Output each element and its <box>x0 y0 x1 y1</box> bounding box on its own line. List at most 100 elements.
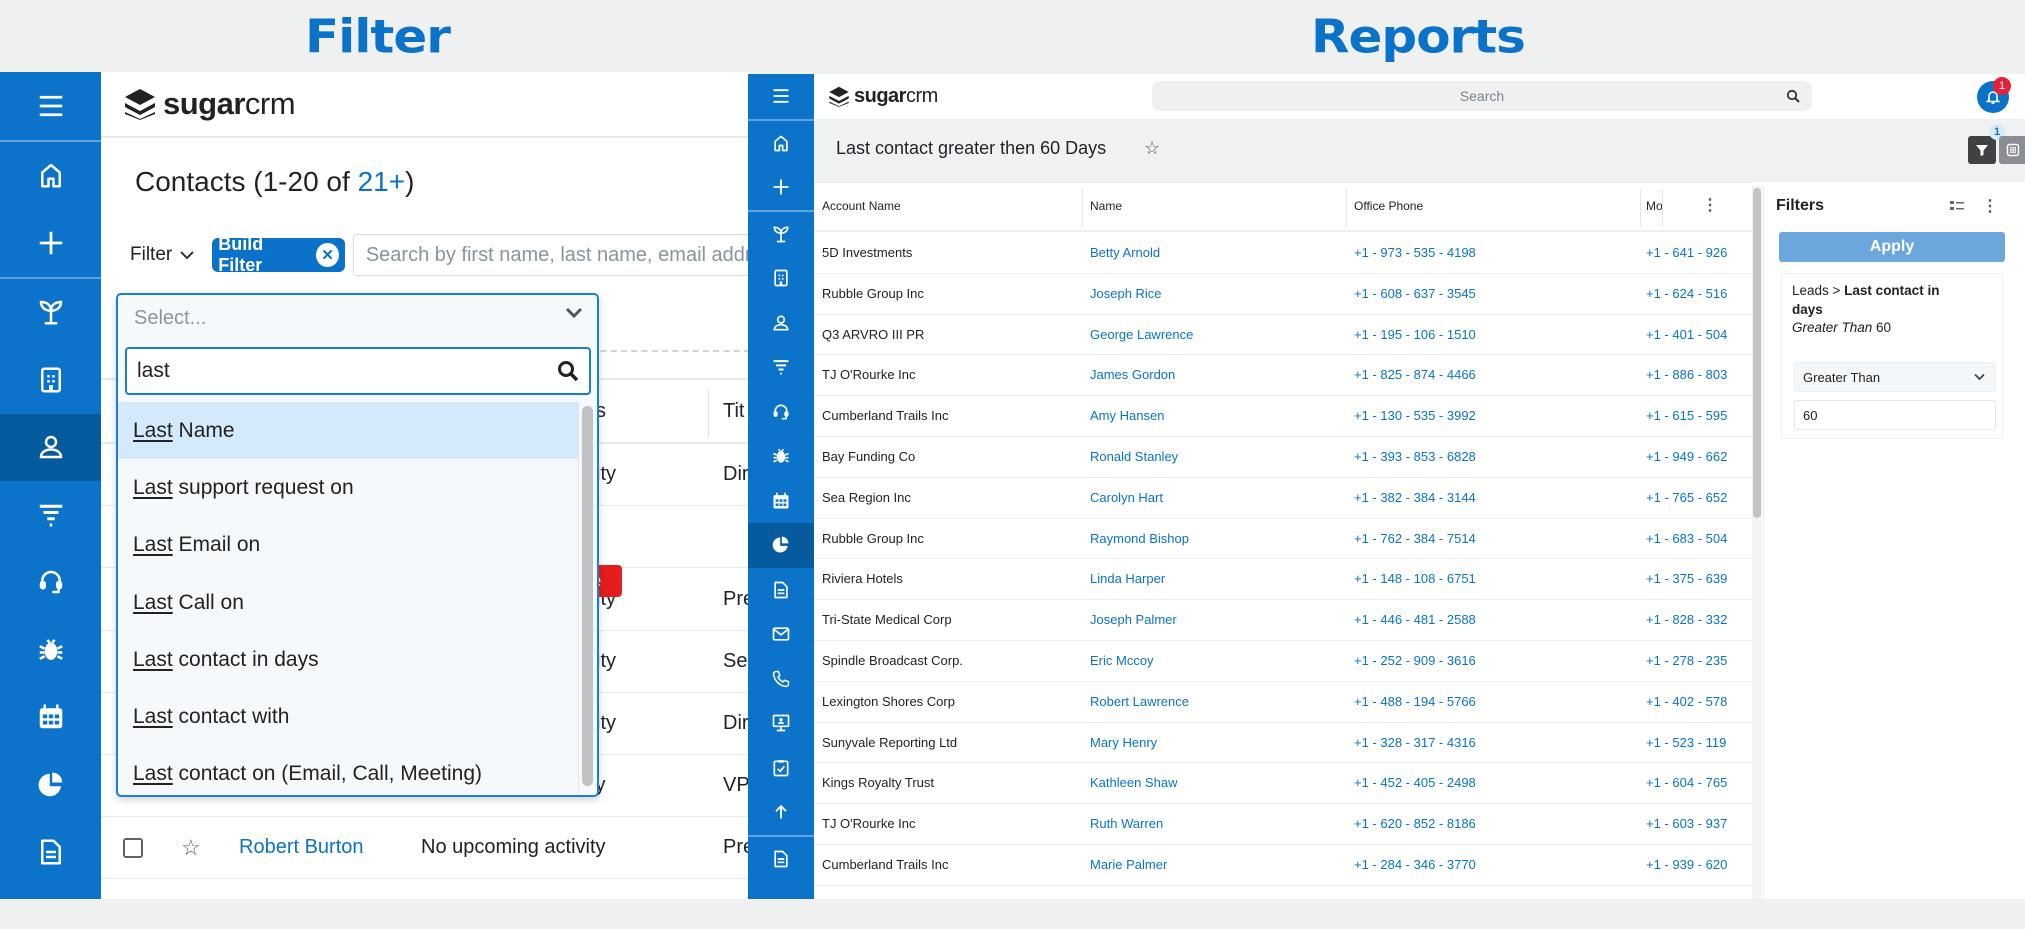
sidebar-item-calendar[interactable] <box>748 479 814 524</box>
contact-name-link[interactable]: Marie Palmer <box>1090 857 1167 872</box>
mobile-phone-link[interactable]: +1 - 828 - 332 <box>1646 612 1742 627</box>
sidebar-item-bugs[interactable] <box>0 616 101 684</box>
sidebar-item-leads[interactable] <box>0 481 101 549</box>
sidebar-item-emails[interactable] <box>748 612 814 657</box>
office-phone-link[interactable]: +1 - 328 - 317 - 4316 <box>1354 735 1476 750</box>
office-phone-link[interactable]: +1 - 130 - 535 - 3992 <box>1354 408 1476 423</box>
mobile-phone-link[interactable]: +1 - 604 - 765 <box>1646 775 1742 790</box>
office-phone-link[interactable]: +1 - 825 - 874 - 4466 <box>1354 367 1476 382</box>
sidebar-item-add[interactable] <box>0 209 101 277</box>
filter-value-input[interactable]: 60 <box>1794 400 1996 430</box>
global-search-input[interactable]: Search <box>1152 81 1812 111</box>
office-phone-link[interactable]: +1 - 488 - 194 - 5766 <box>1354 694 1476 709</box>
more-options-icon[interactable]: ⋮ <box>1982 196 1998 216</box>
office-phone-link[interactable]: +1 - 393 - 853 - 6828 <box>1354 449 1476 464</box>
field-option[interactable]: Last contact on (Email, Call, Meeting) <box>118 746 579 795</box>
sidebar-item-opportunities[interactable] <box>748 212 814 257</box>
office-phone-link[interactable]: +1 - 148 - 108 - 6751 <box>1354 571 1476 586</box>
sidebar-item-accounts[interactable] <box>0 346 101 414</box>
sidebar-item-notes[interactable] <box>748 837 814 882</box>
column-header-account-name[interactable]: Account Name <box>822 199 901 213</box>
report-row[interactable]: Cumberland Trails Inc Marie Palmer +1 - 28… <box>814 845 1752 886</box>
contact-name-link[interactable]: Carolyn Hart <box>1090 490 1163 505</box>
sugarcrm-logo[interactable]: sugarcrm <box>123 86 296 122</box>
mobile-phone-link[interactable]: +1 - 765 - 652 <box>1646 490 1742 505</box>
office-phone-link[interactable]: +1 - 284 - 346 - 3770 <box>1354 857 1476 872</box>
contact-name-link[interactable]: Mary Henry <box>1090 735 1157 750</box>
sidebar-item-calendar[interactable] <box>0 684 101 752</box>
office-phone-link[interactable]: +1 - 620 - 852 - 8186 <box>1354 816 1476 831</box>
office-phone-link[interactable]: +1 - 195 - 106 - 1510 <box>1354 327 1476 342</box>
report-row[interactable]: Sunyvale Reporting Ltd Mary Henry +1 - 328… <box>814 723 1752 764</box>
mobile-phone-link[interactable]: +1 - 939 - 620 <box>1646 857 1742 872</box>
contact-row[interactable]: ☆ Robert Burton No upcoming activity Pre <box>101 817 750 879</box>
sidebar-item-home[interactable] <box>0 142 101 210</box>
contact-name-link[interactable]: James Gordon <box>1090 367 1175 382</box>
contact-name-link[interactable]: Joseph Palmer <box>1090 612 1177 627</box>
dropdown-scrollbar[interactable] <box>582 406 593 786</box>
sidebar-item-upload[interactable] <box>748 790 814 835</box>
sidebar-item-reports[interactable] <box>0 751 101 819</box>
report-row[interactable]: Rubble Group Inc Joseph Rice +1 - 608 - 63… <box>814 274 1752 315</box>
mobile-phone-link[interactable]: +1 - 949 - 662 <box>1646 449 1742 464</box>
office-phone-link[interactable]: +1 - 608 - 637 - 3545 <box>1354 286 1476 301</box>
office-phone-link[interactable]: +1 - 452 - 405 - 2498 <box>1354 775 1476 790</box>
report-row[interactable]: Kings Royalty Trust Kathleen Shaw +1 - 452… <box>814 763 1752 805</box>
mobile-phone-link[interactable]: +1 - 375 - 639 <box>1646 571 1742 586</box>
report-row[interactable]: Q3 ARVRO III PR George Lawrence +1 - 195 -… <box>814 315 1752 356</box>
sugarcrm-logo[interactable]: sugarcrm <box>828 85 938 108</box>
column-options-icon[interactable]: ⋮ <box>1702 195 1718 215</box>
report-row[interactable]: Spindle Broadcast Corp. Eric Mccoy +1 - 25… <box>814 641 1752 682</box>
sidebar-item-documents[interactable] <box>748 568 814 613</box>
mobile-phone-link[interactable]: +1 - 683 - 504 <box>1646 531 1742 546</box>
field-search-input[interactable]: last <box>125 347 591 395</box>
contact-name-link[interactable]: Kathleen Shaw <box>1090 775 1177 790</box>
sidebar-item-tasks[interactable] <box>748 746 814 791</box>
contact-name-link[interactable]: Ruth Warren <box>1090 816 1163 831</box>
contact-name-link[interactable]: Betty Arnold <box>1090 245 1160 260</box>
sidebar-item-leads[interactable] <box>748 345 814 390</box>
sidebar-item-reports[interactable] <box>748 523 814 568</box>
sidebar-item-meetings[interactable] <box>748 701 814 746</box>
field-option[interactable]: Last Call on <box>118 574 579 631</box>
apply-filters-button[interactable]: Apply <box>1779 232 2005 262</box>
contact-name-link[interactable]: Joseph Rice <box>1090 286 1162 301</box>
contact-name-link[interactable]: Robert Lawrence <box>1090 694 1189 709</box>
column-header-title[interactable]: Tit <box>723 400 744 423</box>
mobile-phone-link[interactable]: +1 - 886 - 803 <box>1646 367 1742 382</box>
office-phone-link[interactable]: +1 - 446 - 481 - 2588 <box>1354 612 1476 627</box>
contact-name-link[interactable]: Raymond Bishop <box>1090 531 1189 546</box>
field-option[interactable]: Last Email on <box>118 517 579 574</box>
mobile-phone-link[interactable]: +1 - 278 - 235 <box>1646 653 1742 668</box>
sidebar-item-contacts[interactable] <box>0 413 101 481</box>
column-separator[interactable] <box>1082 189 1083 227</box>
row-checkbox[interactable] <box>123 837 143 858</box>
contact-name-link[interactable]: Ronald Stanley <box>1090 449 1178 464</box>
sidebar-item-accounts[interactable] <box>748 256 814 301</box>
field-option[interactable]: Last contact with <box>118 688 579 745</box>
sidebar-item-bugs[interactable] <box>748 434 814 479</box>
list-view-icon[interactable] <box>1950 200 1964 212</box>
filter-operator-select[interactable]: Greater Than <box>1794 362 1996 392</box>
mobile-phone-link[interactable]: +1 - 603 - 937 <box>1646 816 1742 831</box>
contact-name-link[interactable]: Amy Hansen <box>1090 408 1164 423</box>
build-filter-chip[interactable]: Build Filter ✕ <box>212 234 345 275</box>
mobile-phone-link[interactable]: +1 - 402 - 578 <box>1646 694 1742 709</box>
report-table-scrollbar[interactable] <box>1752 186 1762 899</box>
column-separator[interactable] <box>1346 189 1347 227</box>
office-phone-link[interactable]: +1 - 382 - 384 - 3144 <box>1354 490 1476 505</box>
favorite-star-icon[interactable]: ☆ <box>181 835 201 861</box>
office-phone-link[interactable]: +1 - 973 - 535 - 4198 <box>1354 245 1476 260</box>
report-row[interactable]: 5D Investments Betty Arnold +1 - 973 - 535… <box>814 233 1752 274</box>
contact-name-link[interactable]: Robert Burton <box>239 836 364 859</box>
office-phone-link[interactable]: +1 - 252 - 909 - 3616 <box>1354 653 1476 668</box>
field-option[interactable]: Last contact in days <box>118 631 579 688</box>
report-row[interactable]: TJ O'Rourke Inc James Gordon +1 - 825 - 87… <box>814 355 1752 397</box>
column-header-office-phone[interactable]: Office Phone <box>1354 199 1423 213</box>
column-header-mobile[interactable]: Mo <box>1646 199 1663 213</box>
sidebar-item-contacts[interactable] <box>748 301 814 346</box>
report-row[interactable]: Cumberland Trails Inc Amy Hansen +1 - 130 … <box>814 396 1752 437</box>
report-row[interactable]: Sea Region Inc Carolyn Hart +1 - 382 - 384… <box>814 478 1752 519</box>
sidebar-item-menu[interactable] <box>0 72 101 140</box>
field-option[interactable]: Last support request on <box>118 459 579 516</box>
